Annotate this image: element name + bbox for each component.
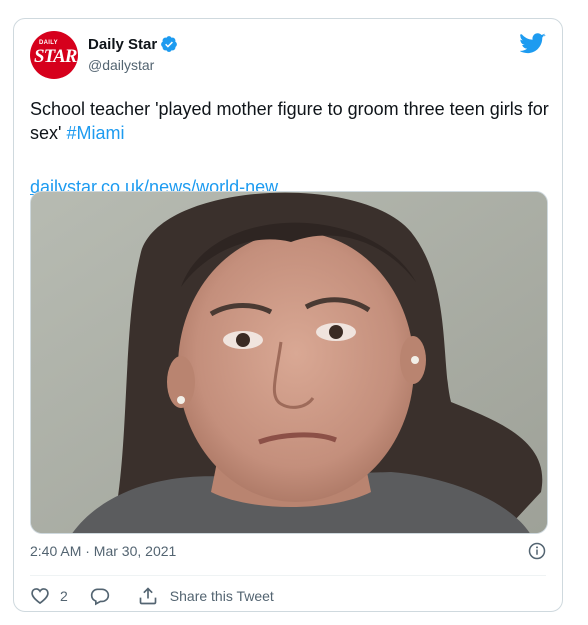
tweet-text: School teacher 'played mother figure to … xyxy=(30,97,550,145)
share-icon xyxy=(139,587,157,605)
avatar[interactable]: DAILY STAR xyxy=(30,31,78,79)
info-icon[interactable] xyxy=(528,542,546,560)
share-button[interactable]: Share this Tweet xyxy=(138,586,274,606)
tweet-header: DAILY STAR Daily Star @dailystar xyxy=(30,31,546,79)
mugshot-image xyxy=(31,192,547,533)
avatar-logo-main: STAR xyxy=(34,46,77,67)
share-label: Share this Tweet xyxy=(169,588,274,604)
heart-icon xyxy=(31,588,49,605)
tweet-card[interactable]: DAILY STAR Daily Star @dailystar School … xyxy=(13,18,563,612)
reply-bubble-icon xyxy=(90,588,109,606)
author-display-name-text: Daily Star xyxy=(88,35,158,53)
reply-button[interactable] xyxy=(90,586,110,606)
like-button[interactable]: 2 xyxy=(30,586,68,606)
tweet-actions: 2 Share this Tweet xyxy=(30,585,274,607)
tweet-photo[interactable] xyxy=(30,191,548,534)
tweet-timestamp[interactable]: 2:40 AM · Mar 30, 2021 xyxy=(30,543,176,559)
author-names: Daily Star @dailystar xyxy=(88,35,178,73)
actions-divider xyxy=(30,575,546,576)
twitter-bird-icon[interactable] xyxy=(520,33,546,55)
author-display-name[interactable]: Daily Star xyxy=(88,35,178,53)
author-handle[interactable]: @dailystar xyxy=(88,57,178,73)
like-count: 2 xyxy=(60,588,68,604)
verified-badge-icon xyxy=(161,36,178,52)
hashtag-link[interactable]: #Miami xyxy=(66,123,124,143)
